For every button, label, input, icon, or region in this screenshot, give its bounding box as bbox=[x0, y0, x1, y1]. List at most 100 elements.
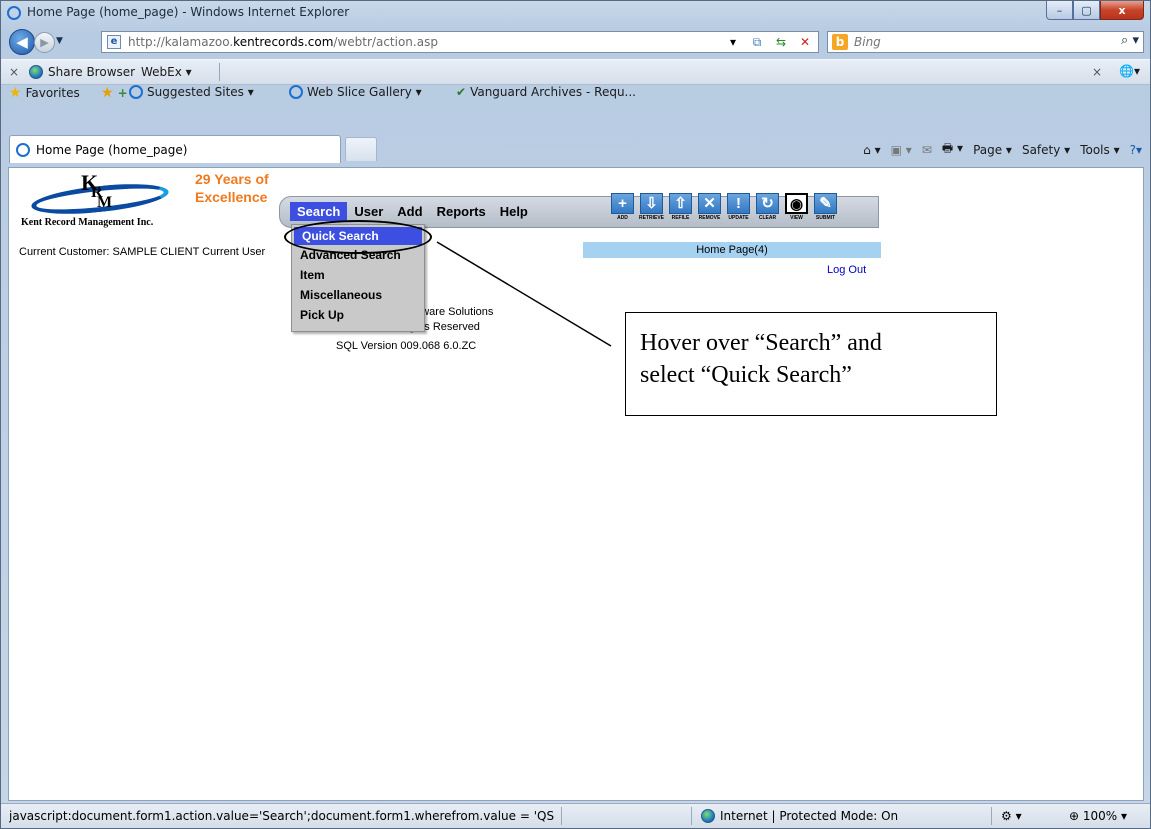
eye-icon: ◉ bbox=[785, 193, 808, 214]
print-icon[interactable]: 🖶 ▾ bbox=[942, 139, 963, 160]
sql-version: SQL Version 009.068 6.0.ZC bbox=[336, 340, 477, 352]
tools-menu[interactable]: Tools ▾ bbox=[1080, 143, 1119, 157]
address-tools: ▾ ⧉ ⇆ ✕ bbox=[724, 34, 814, 50]
retrieve-tool-button[interactable]: ⇩ RETRIEVE bbox=[639, 193, 664, 223]
tab-label: Home Page (home_page) bbox=[36, 142, 188, 157]
menu-add[interactable]: Add bbox=[390, 202, 429, 221]
logout-link[interactable]: Log Out bbox=[827, 264, 866, 276]
status-divider bbox=[991, 807, 992, 825]
tool-label: ADD bbox=[617, 215, 628, 221]
home-icon[interactable]: ⌂ ▾ bbox=[863, 143, 880, 157]
page-icon: e bbox=[107, 35, 121, 49]
webex-dropdown[interactable]: WebEx ▾ bbox=[141, 65, 192, 79]
forward-button[interactable]: ▶ bbox=[34, 32, 55, 53]
zoom-level: 100% bbox=[1082, 809, 1118, 823]
action-toolbar: + ADD ⇩ RETRIEVE ⇧ REFILE ✕ REMOVE ! UPDATE ↻… bbox=[610, 193, 838, 223]
tool-label: CLEAR bbox=[758, 215, 777, 221]
tool-label: SUBMIT bbox=[815, 215, 836, 221]
favorites-bar: ★ Favorites ★ + Suggested Sites ▾ Web Slic… bbox=[1, 81, 1150, 103]
callout-line-1: Hover over “Search” and bbox=[640, 330, 882, 356]
menu-user[interactable]: User bbox=[347, 202, 390, 221]
toolbar-close-icon[interactable]: × bbox=[9, 65, 19, 79]
address-url[interactable]: http://kalamazoo.kentrecords.com/webtr/a… bbox=[128, 35, 438, 49]
close-button[interactable]: x bbox=[1100, 1, 1144, 20]
add-favorite-icon[interactable]: ★ + bbox=[101, 85, 128, 101]
customer-info: Current Customer: SAMPLE CLIENT Current … bbox=[19, 246, 266, 258]
recent-pages-dropdown[interactable]: ▼ bbox=[56, 36, 63, 46]
refile-tool-button[interactable]: ⇧ REFILE bbox=[668, 193, 693, 223]
address-bar[interactable]: e http://kalamazoo.kentrecords.com/webtr… bbox=[101, 31, 819, 53]
new-tab-button[interactable] bbox=[345, 137, 377, 161]
callout-line-2: select “Quick Search” bbox=[640, 362, 852, 388]
protected-mode-icon[interactable]: ⚙ ▾ bbox=[1001, 809, 1022, 823]
check-icon: ✔ bbox=[456, 85, 467, 99]
address-row: ◀ ▶ ▼ e http://kalamazoo.kentrecords.com… bbox=[1, 27, 1150, 57]
tagline-line-2: Excellence bbox=[195, 189, 268, 205]
pen-icon: ✎ bbox=[814, 193, 837, 214]
status-bar: javascript:document.form1.action.value='… bbox=[1, 803, 1150, 828]
ie-logo-icon bbox=[7, 5, 21, 24]
dropdown-icon[interactable]: ▾ bbox=[724, 34, 742, 50]
remove-tool-button[interactable]: ✕ REMOVE bbox=[697, 193, 722, 223]
zone-label: Internet | Protected Mode: On bbox=[720, 809, 899, 823]
tool-label: REMOVE bbox=[698, 215, 721, 221]
star-icon: ★ bbox=[9, 85, 22, 101]
instruction-callout: Hover over “Search” and select “Quick Se… bbox=[625, 312, 997, 416]
title-bar: Home Page (home_page) - Windows Internet… bbox=[1, 1, 1150, 25]
zoom-control[interactable]: ⊕ 100% ▾ bbox=[1069, 809, 1127, 823]
tab-home-page[interactable]: Home Page (home_page) bbox=[9, 135, 341, 163]
search-icon[interactable]: ⌕ ▾ bbox=[1121, 33, 1139, 48]
menu-reports[interactable]: Reports bbox=[430, 202, 493, 221]
favorites-button[interactable]: ★ Favorites bbox=[9, 85, 80, 101]
tab-row bbox=[1, 103, 1150, 129]
ie-icon bbox=[129, 85, 143, 99]
company-name: Kent Record Management Inc. bbox=[21, 217, 154, 228]
menu-search[interactable]: Search bbox=[290, 202, 348, 221]
clear-tool-button[interactable]: ↻ CLEAR bbox=[755, 193, 780, 223]
tagline-line-1: 29 Years of bbox=[195, 171, 269, 187]
favorite-web-slice-gallery[interactable]: Web Slice Gallery ▾ bbox=[289, 85, 422, 99]
maximize-button[interactable]: ▢ bbox=[1073, 1, 1100, 20]
add-tool-button[interactable]: + ADD bbox=[610, 193, 635, 223]
favorite-suggested-sites[interactable]: Suggested Sites ▾ bbox=[129, 85, 254, 99]
back-button[interactable]: ◀ bbox=[9, 29, 35, 55]
callout-pointer-line bbox=[436, 241, 612, 347]
menu-help[interactable]: Help bbox=[493, 202, 535, 221]
search-input[interactable] bbox=[854, 34, 1094, 50]
help-icon[interactable]: ?▾ bbox=[1130, 143, 1142, 157]
page-menu[interactable]: Page ▾ bbox=[973, 143, 1012, 157]
minimize-button[interactable]: – bbox=[1046, 1, 1073, 20]
dropdown-pick-up[interactable]: Pick Up bbox=[292, 305, 424, 325]
toolbar-right-close-icon[interactable]: × bbox=[1092, 65, 1102, 79]
favorite-label: Suggested Sites ▾ bbox=[147, 85, 254, 99]
share-browser-button[interactable]: Share Browser bbox=[29, 65, 135, 79]
compatibility-icon[interactable]: ⧉ bbox=[748, 34, 766, 50]
page-content: KRM Kent Record Management Inc. 29 Years… bbox=[8, 167, 1144, 801]
submit-tool-button[interactable]: ✎ SUBMIT bbox=[813, 193, 838, 223]
refresh-icon[interactable]: ⇆ bbox=[772, 34, 790, 50]
up-arrow-icon: ⇧ bbox=[669, 193, 692, 214]
safety-menu[interactable]: Safety ▾ bbox=[1022, 143, 1070, 157]
search-box[interactable]: b ⌕ ▾ bbox=[827, 31, 1144, 53]
stop-icon[interactable]: ✕ bbox=[796, 34, 814, 50]
ie-icon bbox=[289, 85, 303, 99]
dropdown-miscellaneous[interactable]: Miscellaneous bbox=[292, 285, 424, 305]
globe-icon bbox=[29, 65, 43, 79]
update-tool-button[interactable]: ! UPDATE bbox=[726, 193, 751, 223]
tool-label: RETRIEVE bbox=[639, 215, 665, 221]
status-text: javascript:document.form1.action.value='… bbox=[9, 809, 554, 823]
addon-icon[interactable]: 🌐▾ bbox=[1119, 64, 1140, 78]
feeds-icon[interactable]: ▣ ▾ bbox=[891, 143, 912, 157]
x-icon: ✕ bbox=[698, 193, 721, 214]
security-zone[interactable]: Internet | Protected Mode: On bbox=[701, 809, 898, 823]
mail-icon[interactable]: ✉ bbox=[922, 143, 932, 157]
favorite-vanguard-archives[interactable]: ✔ Vanguard Archives - Requ... bbox=[456, 85, 636, 99]
app-menus: Search User Add Reports Help bbox=[290, 202, 535, 221]
dropdown-item[interactable]: Item bbox=[292, 265, 424, 285]
down-arrow-icon: ⇩ bbox=[640, 193, 663, 214]
bing-icon: b bbox=[832, 34, 848, 50]
home-page-bar: Home Page(4) bbox=[583, 242, 881, 258]
window-title: Home Page (home_page) - Windows Internet… bbox=[27, 5, 350, 19]
tool-label: VIEW bbox=[790, 215, 803, 221]
view-tool-button[interactable]: ◉ VIEW bbox=[784, 193, 809, 223]
